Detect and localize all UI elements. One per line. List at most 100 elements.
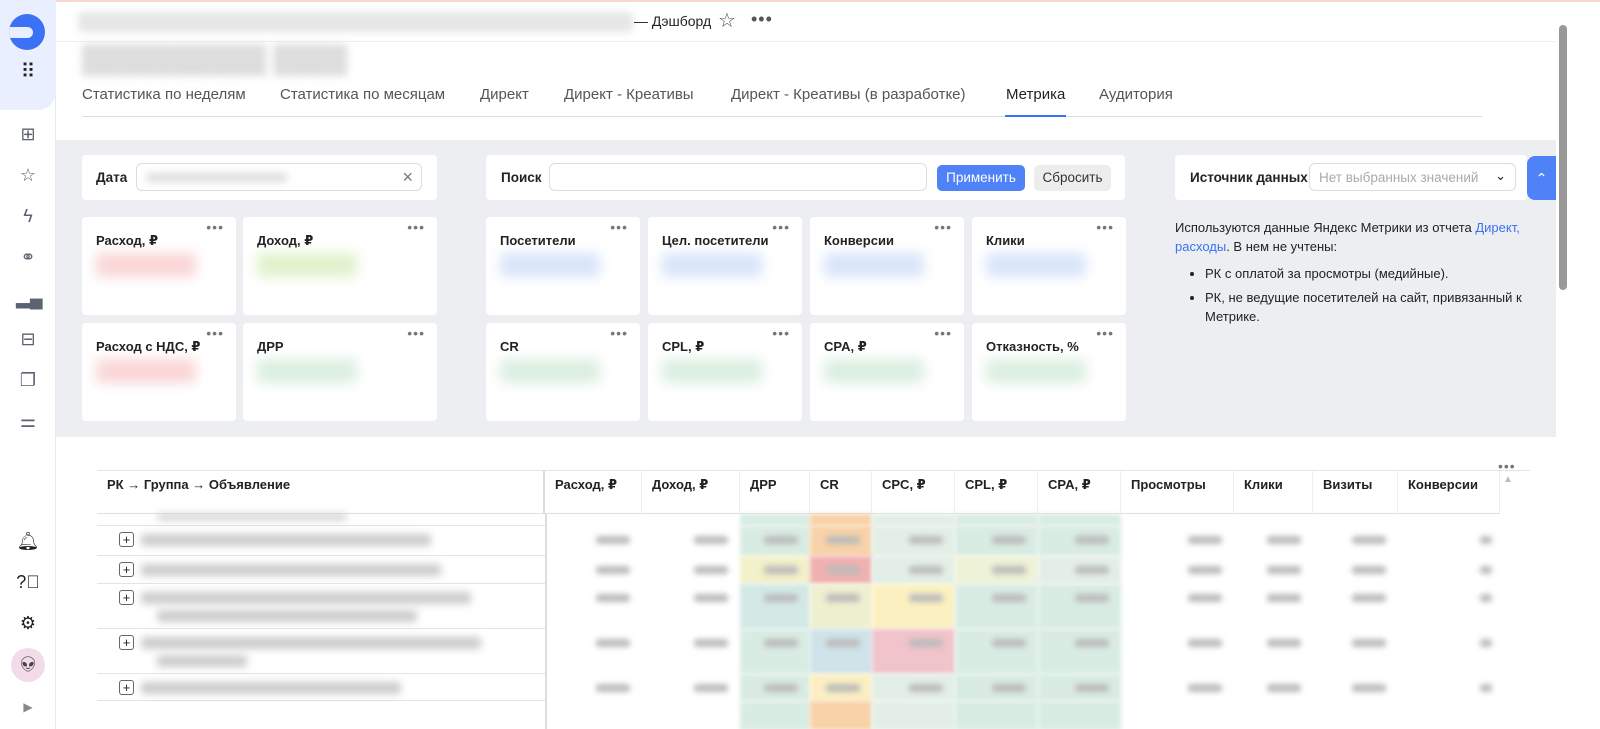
column-divider [545,514,547,729]
dashboards-icon[interactable]: ⊟ [16,327,40,351]
search-input[interactable] [549,163,927,191]
cell-value-blurred [1480,536,1492,544]
kpi-more-icon[interactable]: ••• [407,325,425,341]
kpi-title: Расход, ₽ [96,233,158,248]
expand-row-icon[interactable]: + [119,680,134,695]
column-header[interactable]: Доход, ₽ [642,471,740,514]
tab-audience[interactable]: Аудитория [1099,86,1173,117]
kpi-more-icon[interactable]: ••• [407,219,425,235]
gear-icon[interactable]: ⚙ [16,611,40,635]
source-select[interactable]: Нет выбранных значений ⌄ [1309,163,1516,191]
heat-cell [740,584,810,629]
kpi-more-icon[interactable]: ••• [206,325,224,341]
kpi-more-icon[interactable]: ••• [934,219,952,235]
kpi-more-icon[interactable]: ••• [610,325,628,341]
kpi-card: CPL, ₽ ••• [648,323,802,421]
cell-value-blurred [764,639,798,647]
table-row[interactable]: + [97,556,545,584]
column-header[interactable]: CPL, ₽ [955,471,1038,514]
datalens-logo-icon[interactable] [9,14,45,50]
collections-icon[interactable]: ⊞ [16,122,40,146]
connections-icon[interactable]: ⚭ [16,245,40,269]
charts-icon[interactable]: ▂▄ [16,286,43,310]
expand-sidebar-icon[interactable]: ▶ [16,695,40,719]
tab-direct-creatives-dev[interactable]: Директ - Креативы (в разработке) [731,86,966,117]
cell-value-blurred [694,594,728,602]
kpi-more-icon[interactable]: ••• [772,325,790,341]
breadcrumb[interactable] [78,12,633,32]
table-row[interactable]: + [97,584,545,629]
cell-value-blurred [1075,536,1109,544]
kpi-value-blurred [257,253,357,277]
more-menu-icon[interactable]: ••• [751,9,773,30]
date-filter: Дата × [82,155,437,200]
table-row[interactable]: + [97,629,545,674]
collapse-filters-button[interactable]: ⌃ [1527,156,1556,200]
avatar[interactable]: 👽︎ [11,648,45,682]
cell-value-blurred [1188,594,1222,602]
help-icon[interactable]: ?⃝ [16,570,40,594]
reset-button[interactable]: Сбросить [1034,165,1111,191]
datasets-icon[interactable]: ❐ [16,368,40,392]
expand-row-icon[interactable]: + [119,532,134,547]
heat-cell [1038,584,1121,629]
kpi-more-icon[interactable]: ••• [1096,325,1114,341]
cell-value-blurred [826,536,860,544]
kpi-card: Расход с НДС, ₽ ••• [82,323,236,421]
favorites-star-icon[interactable]: ☆ [16,163,40,187]
tab-direct-creatives[interactable]: Директ - Креативы [564,86,694,117]
cell-value-blurred [1352,639,1386,647]
column-header[interactable]: Визиты [1313,471,1398,514]
kpi-more-icon[interactable]: ••• [772,219,790,235]
dashboard-type-label: — Дэшборд [634,13,712,29]
kpi-title: Клики [986,233,1025,248]
kpi-more-icon[interactable]: ••• [610,219,628,235]
column-header[interactable]: CPA, ₽ [1038,471,1121,514]
kpi-more-icon[interactable]: ••• [934,325,952,341]
kpi-value-blurred [500,253,600,277]
column-header[interactable]: Конверсии [1398,471,1500,514]
tab-metrika[interactable]: Метрика [1005,86,1067,117]
chevron-down-icon: ⌄ [1495,168,1506,183]
lightning-icon[interactable]: ϟ [16,204,40,228]
cell-value-blurred [596,594,630,602]
source-filter: Источник данных Нет выбранных значений ⌄ [1175,155,1527,200]
heat-cell [872,701,955,729]
expand-row-icon[interactable]: + [119,562,134,577]
apps-grid-icon[interactable]: ⠿ [16,60,40,84]
kpi-more-icon[interactable]: ••• [206,219,224,235]
clear-icon[interactable]: × [402,167,413,188]
cell-value-blurred [1075,566,1109,574]
scrollbar-thumb[interactable] [1559,25,1567,290]
column-header[interactable]: Просмотры [1121,471,1234,514]
favorite-star-icon[interactable]: ☆ [718,8,736,33]
cell-value-blurred [909,594,943,602]
tab-weeks[interactable]: Статистика по неделям [82,86,246,117]
bell-icon[interactable]: 🔔︎ [16,529,40,553]
cell-value-blurred [992,594,1026,602]
tab-months[interactable]: Статистика по месяцам [280,86,445,117]
expand-row-icon[interactable]: + [119,590,134,605]
cell-value-blurred [1480,684,1492,692]
heat-cell [1038,701,1121,729]
kpi-more-icon[interactable]: ••• [1096,219,1114,235]
kpi-title: Цел. посетители [662,233,769,248]
apply-button[interactable]: Применить [937,165,1025,191]
settings-sliders-icon[interactable]: ⚌ [16,409,40,433]
cell-value-blurred [1188,536,1222,544]
column-header[interactable]: CR [810,471,872,514]
kpi-card: Отказность, % ••• [972,323,1126,421]
table-row[interactable]: + [97,526,545,556]
table-row[interactable]: + [97,674,545,701]
column-header[interactable]: CPC, ₽ [872,471,955,514]
note-text: Используются данные Яндекс Метрики из от… [1175,220,1476,235]
cell-value-blurred [1188,639,1222,647]
date-range-input[interactable]: × [136,163,422,191]
column-header[interactable]: Клики [1234,471,1313,514]
column-header[interactable]: РК → Группа → Объявление [97,471,545,514]
column-header[interactable]: Расход, ₽ [545,471,642,514]
tab-direct[interactable]: Директ [480,86,529,117]
expand-row-icon[interactable]: + [119,635,134,650]
heat-cell [872,514,955,526]
column-header[interactable]: ДРР [740,471,810,514]
